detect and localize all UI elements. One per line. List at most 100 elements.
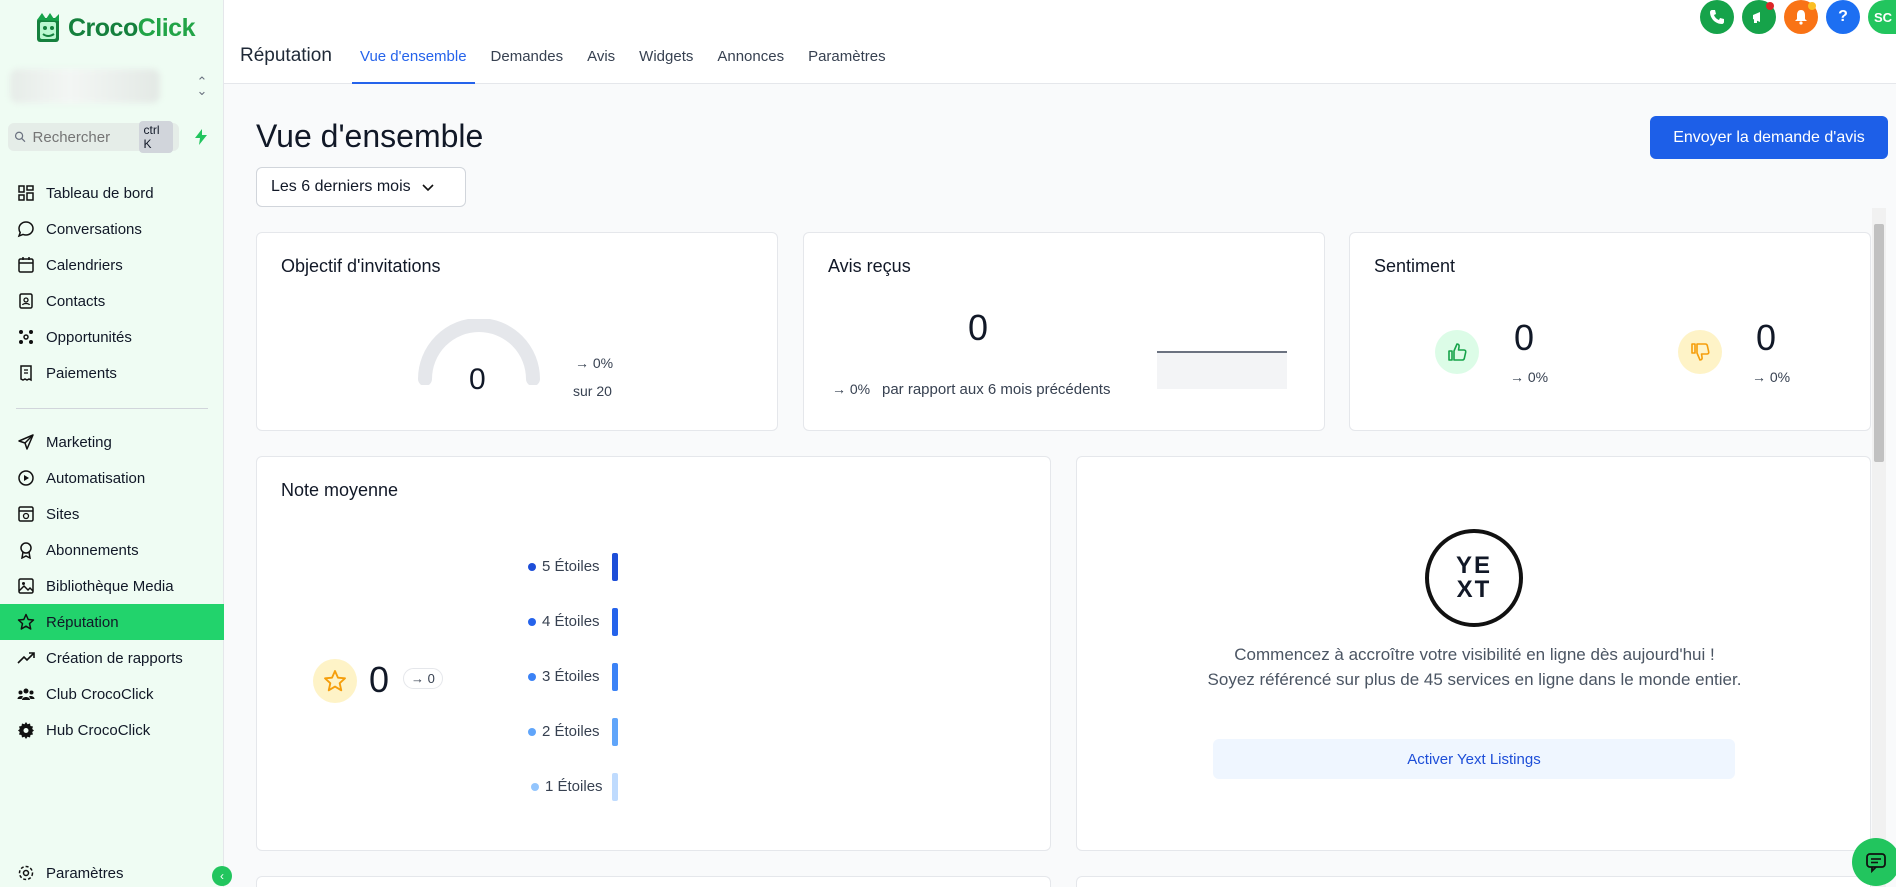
- rating-bar-1: [612, 773, 618, 801]
- tab-listings[interactable]: Annonces: [709, 40, 792, 84]
- sidebar-item-sites[interactable]: Sites: [0, 496, 224, 532]
- sidebar-divider: [16, 408, 208, 409]
- reviews-compare: par rapport aux 6 mois précédents: [882, 381, 1111, 398]
- sidebar-item-hub[interactable]: Hub CrocoClick: [0, 712, 224, 748]
- tab-overview[interactable]: Vue d'ensemble: [352, 40, 475, 84]
- sidebar-item-label: Tableau de bord: [46, 184, 154, 202]
- sidebar-item-calendars[interactable]: Calendriers: [0, 247, 224, 283]
- tab-reviews[interactable]: Avis: [579, 40, 623, 84]
- card-title: Objectif d'invitations: [281, 256, 441, 276]
- rating-bar-4: [612, 608, 618, 636]
- top-bar: Réputation Vue d'ensemble Demandes Avis …: [224, 0, 1896, 84]
- tab-requests[interactable]: Demandes: [483, 40, 572, 84]
- sidebar-item-subscriptions[interactable]: Abonnements: [0, 532, 224, 568]
- sidebar-item-label: Création de rapports: [46, 649, 183, 667]
- sidebar-item-settings[interactable]: Paramètres: [0, 855, 224, 887]
- section-title: Réputation: [240, 45, 332, 66]
- notifications-button[interactable]: [1784, 0, 1818, 34]
- sidebar-item-conversations[interactable]: Conversations: [0, 211, 224, 247]
- thumbs-down-icon: [1678, 330, 1722, 374]
- invitations-goal-card: Objectif d'invitations 0 → 0% sur 20: [256, 232, 778, 431]
- sidebar-item-label: Marketing: [46, 433, 112, 451]
- search-box[interactable]: ctrl K: [8, 121, 179, 153]
- activate-yext-button[interactable]: Activer Yext Listings: [1213, 739, 1735, 779]
- users-icon: [17, 688, 35, 700]
- date-range-select[interactable]: Les 6 derniers mois: [256, 167, 466, 207]
- sidebar-item-marketing[interactable]: Marketing: [0, 424, 224, 460]
- brand-name: CrocoClick: [68, 13, 196, 42]
- sidebar-item-label: Opportunités: [46, 328, 132, 346]
- settings-gear-icon: [18, 865, 34, 881]
- search-input[interactable]: [32, 128, 133, 146]
- sidebar-item-media-library[interactable]: Bibliothèque Media: [0, 568, 224, 604]
- calendar-icon: [18, 257, 34, 273]
- account-switcher[interactable]: ⌃ ⌄: [10, 66, 214, 106]
- nav-secondary: Marketing Automatisation Sites Abonnemen…: [0, 424, 224, 748]
- sidebar-item-automation[interactable]: Automatisation: [0, 460, 224, 496]
- rating-row-5: 5 Étoiles: [528, 558, 600, 575]
- negative-sentiment-value: 0: [1756, 317, 1777, 358]
- invitations-delta: → 0%: [575, 355, 614, 371]
- reviews-sparkline: [1157, 351, 1287, 389]
- help-button[interactable]: ?: [1826, 0, 1860, 34]
- grid-icon: [18, 185, 34, 201]
- sidebar-item-label: Abonnements: [46, 541, 139, 559]
- image-icon: [18, 578, 34, 594]
- send-icon: [18, 434, 34, 450]
- sidebar-item-label: Conversations: [46, 220, 142, 238]
- trend-icon: [17, 652, 35, 664]
- tab-widgets[interactable]: Widgets: [631, 40, 701, 84]
- main-scrollbar[interactable]: [1872, 208, 1886, 887]
- rating-row-label: 2 Étoiles: [542, 723, 600, 740]
- sidebar-item-label: Calendriers: [46, 256, 123, 274]
- card-title: Note moyenne: [281, 480, 399, 500]
- cog-icon: [18, 722, 34, 739]
- invitations-value: 0: [469, 363, 486, 396]
- payments-icon: [20, 365, 32, 382]
- reviews-value: 0: [968, 307, 989, 348]
- announcement-badge: [1766, 2, 1774, 10]
- sidebar-item-label: Club CrocoClick: [46, 685, 154, 703]
- chevron-left-icon: ‹: [220, 869, 224, 883]
- announcements-button[interactable]: [1742, 0, 1776, 34]
- sidebar-item-dashboard[interactable]: Tableau de bord: [0, 175, 224, 211]
- notification-badge: [1808, 2, 1816, 10]
- avatar[interactable]: SC: [1868, 0, 1896, 34]
- yext-line-2: Soyez référencé sur plus de 45 services …: [1207, 670, 1742, 689]
- sidebar-item-opportunities[interactable]: Opportunités: [0, 319, 224, 355]
- page-title: Vue d'ensemble: [256, 118, 484, 154]
- phone-button[interactable]: [1700, 0, 1734, 34]
- sidebar-item-payments[interactable]: Paiements: [0, 355, 224, 391]
- sidebar-item-reputation[interactable]: Réputation: [0, 604, 224, 640]
- opportunities-icon: [19, 330, 33, 344]
- send-review-request-button[interactable]: Envoyer la demande d'avis: [1650, 116, 1888, 159]
- tab-settings[interactable]: Paramètres: [800, 40, 894, 84]
- sidebar: CrocoClick ⌃⌄ ctrl K Tableau de bord Con…: [0, 0, 232, 887]
- croco-logo-icon: [34, 12, 64, 44]
- next-card-right: [1076, 876, 1871, 887]
- rating-bar-5: [612, 553, 618, 581]
- card-title: Avis reçus: [828, 256, 911, 276]
- badge-icon: [20, 542, 32, 559]
- yext-logo-bottom: XT: [1456, 576, 1492, 603]
- sidebar-item-label: Hub CrocoClick: [46, 721, 151, 739]
- sidebar-item-club[interactable]: Club CrocoClick: [0, 676, 224, 712]
- reviews-delta: → 0%: [832, 381, 871, 397]
- logo[interactable]: CrocoClick: [34, 12, 196, 44]
- rating-row-label: 4 Étoiles: [542, 613, 600, 630]
- sidebar-item-reports[interactable]: Création de rapports: [0, 640, 224, 676]
- tab-bar: Vue d'ensemble Demandes Avis Widgets Ann…: [352, 40, 902, 84]
- scrollbar-thumb[interactable]: [1874, 224, 1884, 462]
- star-icon: [17, 613, 35, 630]
- rating-row-label: 1 Étoiles: [545, 778, 603, 795]
- sidebar-item-contacts[interactable]: Contacts: [0, 283, 224, 319]
- average-rating-card: Note moyenne 0 → 0 5 Étoiles 4 Étoiles 3…: [256, 456, 1051, 851]
- sidebar-item-label: Automatisation: [46, 469, 146, 487]
- chevron-updown-icon: ⌃ ⌄: [196, 74, 208, 98]
- reviews-received-card: Avis reçus 0 → 0% par rapport aux 6 mois…: [803, 232, 1325, 431]
- sidebar-item-label: Paramètres: [46, 864, 124, 882]
- collapse-sidebar-button[interactable]: ‹: [212, 866, 232, 886]
- positive-sentiment-value: 0: [1514, 317, 1535, 358]
- chat-widget-button[interactable]: [1852, 838, 1896, 886]
- quick-action-bolt-icon[interactable]: [191, 127, 211, 147]
